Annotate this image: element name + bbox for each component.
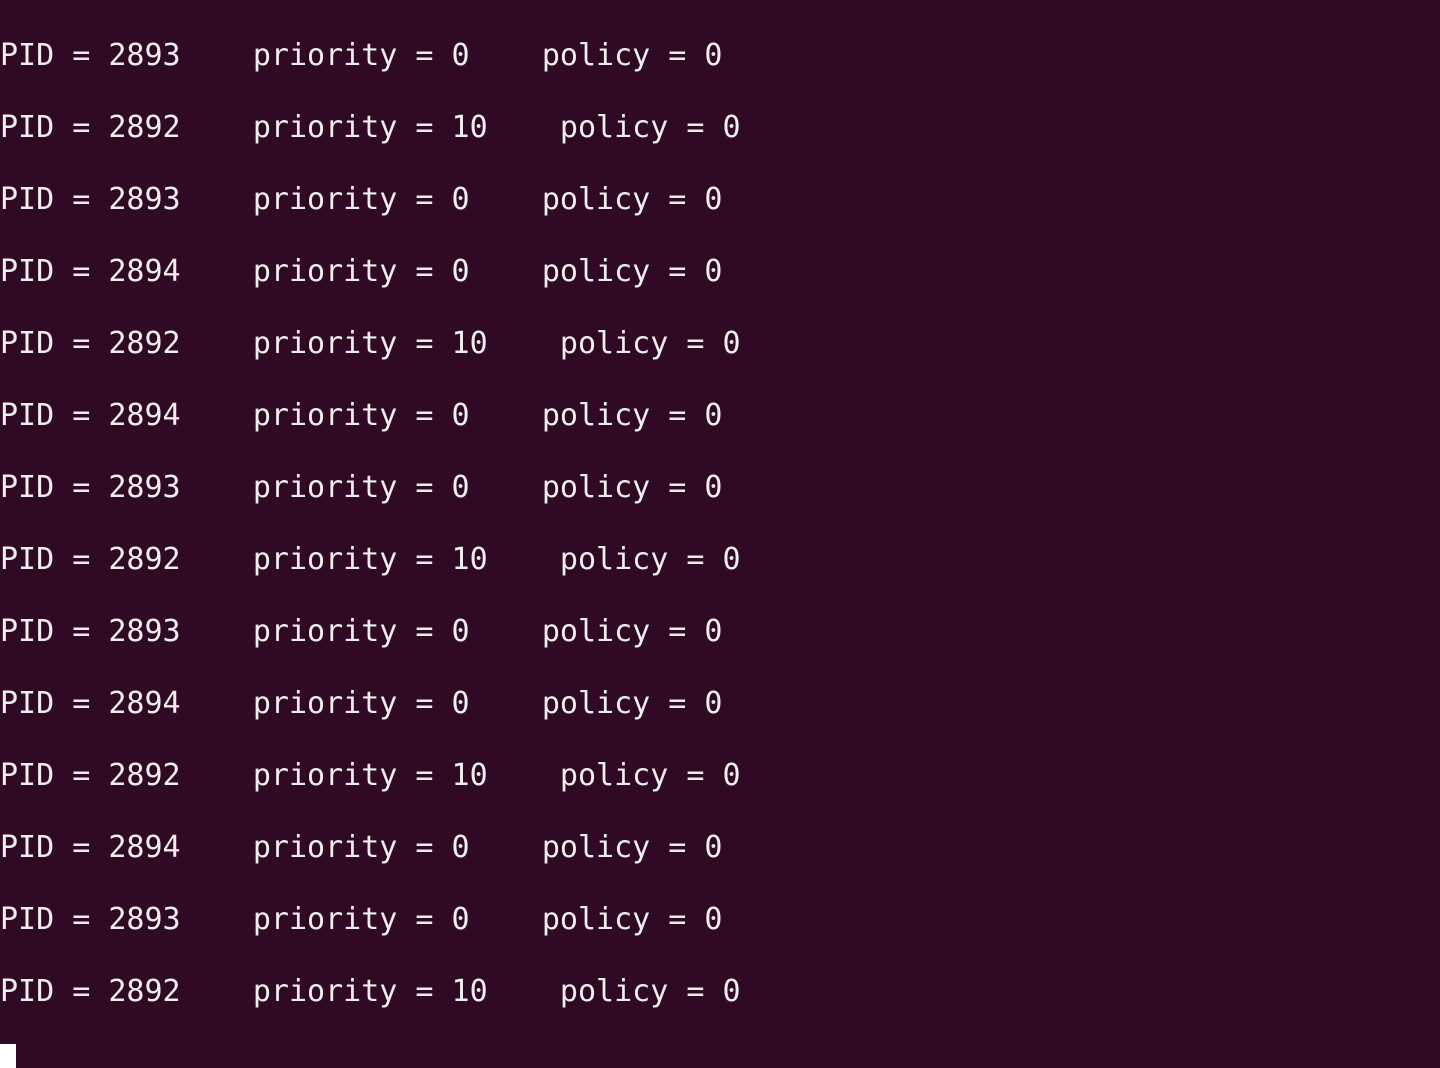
output-line: PID = 2892 priority = 10 policy = 0 bbox=[0, 542, 741, 577]
output-line: PID = 2894 priority = 0 policy = 0 bbox=[0, 830, 723, 865]
output-line: PID = 2893 priority = 0 policy = 0 bbox=[0, 614, 723, 649]
output-line: PID = 2894 priority = 0 policy = 0 bbox=[0, 686, 723, 721]
output-line: PID = 2893 priority = 0 policy = 0 bbox=[0, 902, 723, 937]
terminal-cursor bbox=[0, 1044, 16, 1068]
output-line: PID = 2892 priority = 10 policy = 0 bbox=[0, 110, 741, 145]
output-line: PID = 2892 priority = 10 policy = 0 bbox=[0, 758, 741, 793]
output-line: PID = 2893 priority = 0 policy = 0 bbox=[0, 182, 723, 217]
output-line: PID = 2892 priority = 10 policy = 0 bbox=[0, 974, 741, 1009]
output-line: PID = 2893 priority = 0 policy = 0 bbox=[0, 470, 723, 505]
terminal-output[interactable]: PID = 2893 priority = 0 policy = 0 PID =… bbox=[0, 0, 1440, 1068]
output-line: PID = 2894 priority = 0 policy = 0 bbox=[0, 254, 723, 289]
output-line: PID = 2894 priority = 0 policy = 0 bbox=[0, 398, 723, 433]
output-line: PID = 2892 priority = 10 policy = 0 bbox=[0, 326, 741, 361]
output-line: PID = 2893 priority = 0 policy = 0 bbox=[0, 38, 723, 73]
